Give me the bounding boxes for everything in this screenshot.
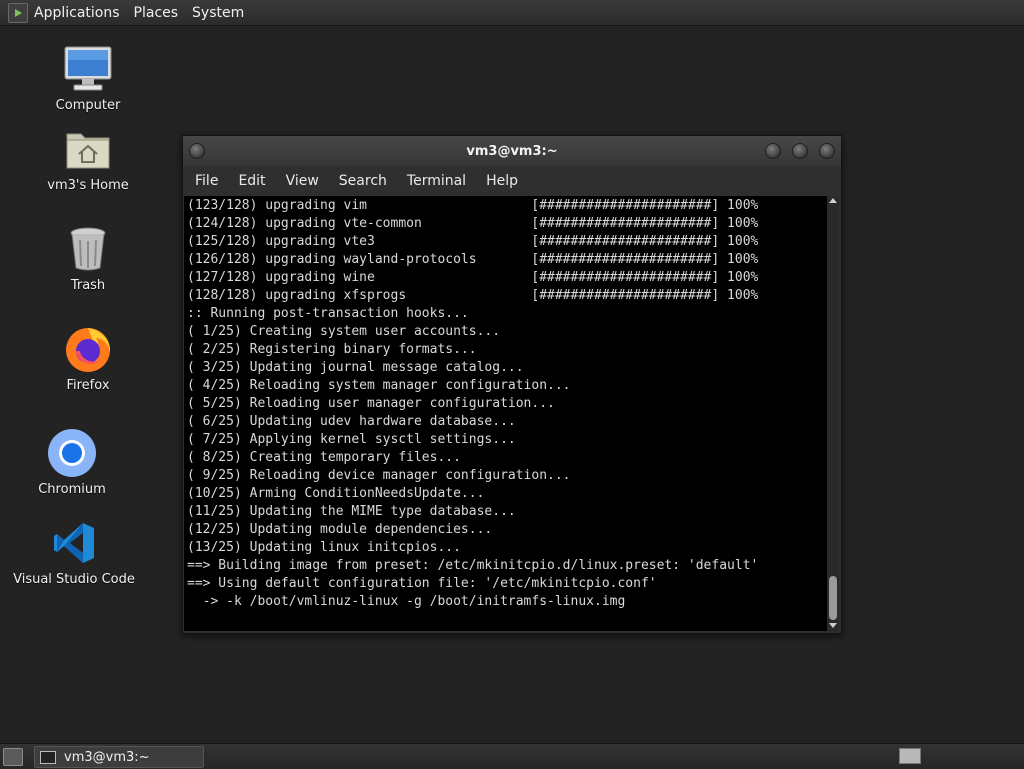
terminal-text: (123/128) upgrading vim [###############… <box>187 197 758 611</box>
window-title: vm3@vm3:~ <box>466 143 558 159</box>
trash-icon <box>70 227 106 271</box>
terminal-line: ( 1/25) Creating system user accounts... <box>187 324 501 339</box>
firefox-icon <box>66 328 111 372</box>
desktop-icon-label: Chromium <box>38 482 106 497</box>
desktop-icon-home[interactable]: vm3's Home <box>23 124 153 193</box>
desktop-icon-label: Visual Studio Code <box>13 572 135 587</box>
terminal-line: ( 3/25) Updating journal message catalog… <box>187 360 524 375</box>
minimize-button[interactable] <box>765 143 781 159</box>
terminal-line: (11/25) Updating the MIME type database.… <box>187 504 516 519</box>
terminal-line: ( 8/25) Creating temporary files... <box>187 450 461 465</box>
maximize-button[interactable] <box>792 143 808 159</box>
terminal-line: (128/128) upgrading xfsprogs [##########… <box>187 288 759 303</box>
menu-edit[interactable]: Edit <box>238 173 265 189</box>
terminal-window: vm3@vm3:~ File Edit View Search Terminal… <box>182 135 842 634</box>
window-titlebar[interactable]: vm3@vm3:~ <box>183 136 841 166</box>
close-button[interactable] <box>819 143 835 159</box>
desktop-icon-label: vm3's Home <box>47 178 129 193</box>
places-menu[interactable]: Places <box>134 5 179 21</box>
applications-menu[interactable]: Applications <box>34 5 120 21</box>
terminal-scrollbar[interactable] <box>827 196 839 631</box>
terminal-icon <box>40 750 56 764</box>
terminal-line: (125/128) upgrading vte3 [##############… <box>187 234 759 249</box>
terminal-line: (126/128) upgrading wayland-protocols [#… <box>187 252 759 267</box>
main-menu-icon[interactable] <box>8 2 28 23</box>
top-panel: Applications Places System <box>0 0 1024 26</box>
scrollbar-thumb[interactable] <box>829 576 837 620</box>
terminal-line: ==> Building image from preset: /etc/mki… <box>187 558 759 573</box>
chromium-icon <box>48 429 96 477</box>
terminal-line: (13/25) Updating linux initcpios... <box>187 540 461 555</box>
vscode-icon <box>54 523 94 563</box>
menu-view[interactable]: View <box>286 173 319 189</box>
terminal-line: (124/128) upgrading vte-common [########… <box>187 216 759 231</box>
computer-icon <box>64 46 112 91</box>
desktop-icon-computer[interactable]: Computer <box>23 44 153 113</box>
bottom-panel: vm3@vm3:~ <box>0 743 1024 769</box>
terminal-line: ( 4/25) Reloading system manager configu… <box>187 378 571 393</box>
system-menu[interactable]: System <box>192 5 244 21</box>
desktop-icon-chromium[interactable]: Chromium <box>7 428 137 497</box>
terminal-menubar: File Edit View Search Terminal Help <box>183 166 841 196</box>
desktop-icon-label: Computer <box>55 98 121 113</box>
terminal-line: ( 7/25) Applying kernel sysctl settings.… <box>187 432 516 447</box>
terminal-output[interactable]: (123/128) upgrading vim [###############… <box>184 196 827 631</box>
terminal-line: :: Running post-transaction hooks... <box>187 306 469 321</box>
workspace-switcher[interactable] <box>899 748 921 764</box>
terminal-line: ( 2/25) Registering binary formats... <box>187 342 477 357</box>
window-menu-button[interactable] <box>189 143 205 159</box>
terminal-line: ( 6/25) Updating udev hardware database.… <box>187 414 516 429</box>
taskbar-terminal-button[interactable]: vm3@vm3:~ <box>34 746 204 768</box>
menu-search[interactable]: Search <box>339 173 387 189</box>
terminal-line: (12/25) Updating module dependencies... <box>187 522 493 537</box>
home-folder-icon <box>66 133 110 169</box>
terminal-line: -> -k /boot/vmlinuz-linux -g /boot/initr… <box>187 594 626 609</box>
terminal-line: (127/128) upgrading wine [##############… <box>187 270 759 285</box>
terminal-line: (10/25) Arming ConditionNeedsUpdate... <box>187 486 485 501</box>
menu-terminal[interactable]: Terminal <box>407 173 466 189</box>
show-desktop-icon[interactable] <box>3 748 23 766</box>
scroll-up-arrow-icon[interactable] <box>829 198 837 203</box>
desktop-icon-label: Firefox <box>66 378 110 393</box>
desktop-icon-label: Trash <box>70 278 106 293</box>
desktop-icon-vscode[interactable]: Visual Studio Code <box>9 518 139 587</box>
desktop-icon-trash[interactable]: Trash <box>23 224 153 293</box>
terminal-line: ( 5/25) Reloading user manager configura… <box>187 396 555 411</box>
menu-help[interactable]: Help <box>486 173 518 189</box>
desktop-icon-firefox[interactable]: Firefox <box>23 324 153 393</box>
taskbar-task-label: vm3@vm3:~ <box>64 749 150 765</box>
terminal-line: (123/128) upgrading vim [###############… <box>187 198 759 213</box>
menu-file[interactable]: File <box>195 173 218 189</box>
terminal-line: ==> Using default configuration file: '/… <box>187 576 657 591</box>
terminal-line: ( 9/25) Reloading device manager configu… <box>187 468 571 483</box>
scroll-down-arrow-icon[interactable] <box>829 623 837 628</box>
